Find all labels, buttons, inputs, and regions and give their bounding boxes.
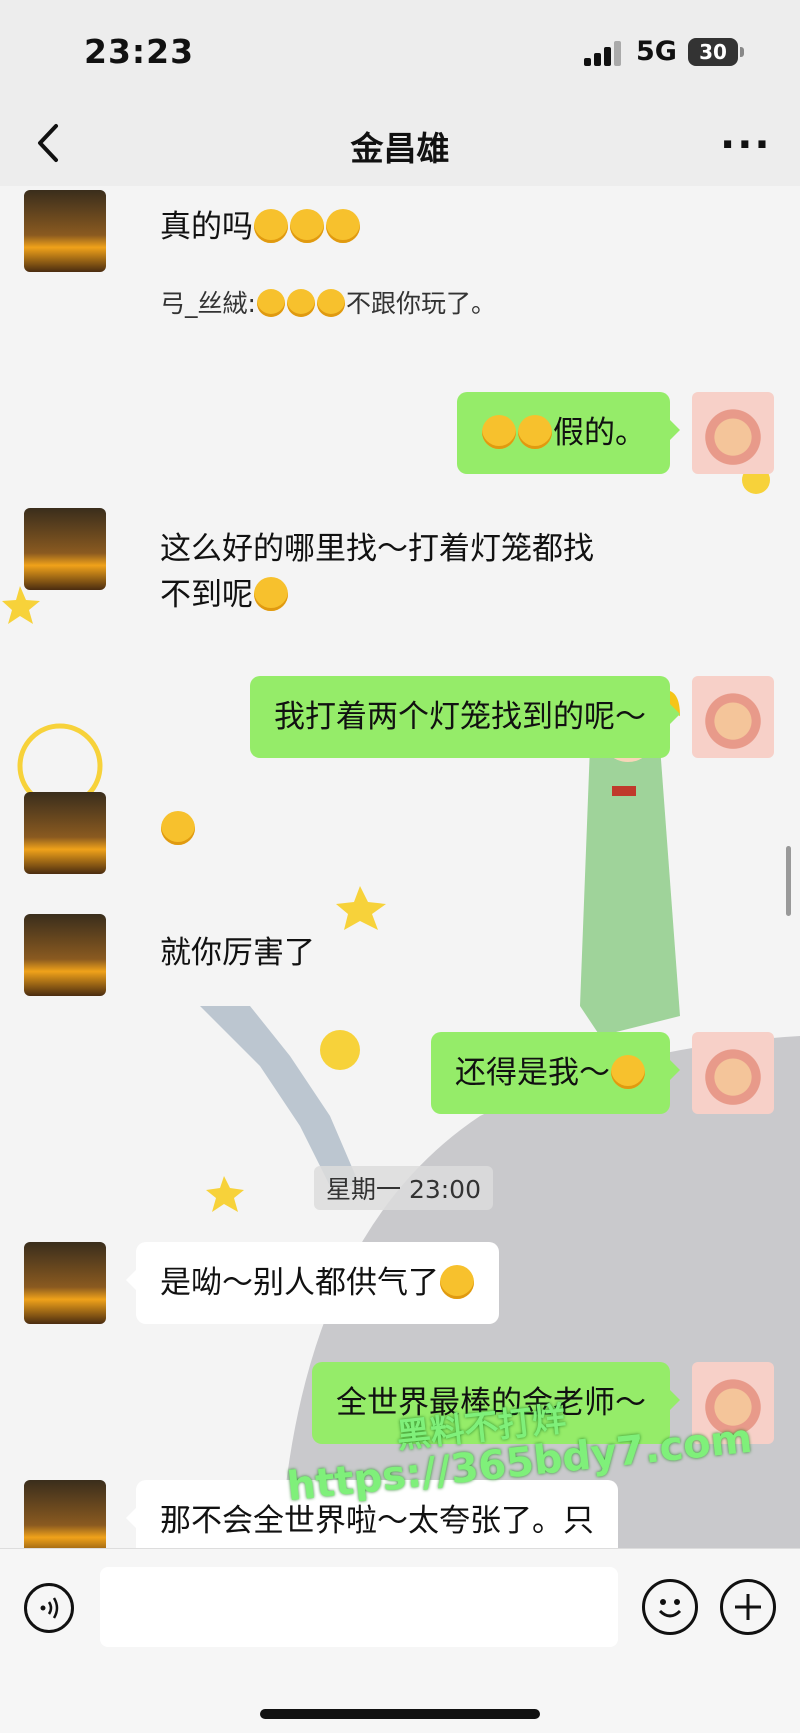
voice-icon[interactable]	[24, 1583, 74, 1633]
question-emoji	[286, 289, 315, 317]
message-bubble-contact[interactable]: 是呦～别人都供气了	[126, 1242, 499, 1324]
thinking-emoji	[440, 1265, 474, 1299]
input-bar	[0, 1548, 800, 1733]
question-emoji	[518, 415, 552, 449]
message-timestamp: 星期一 23:00	[314, 1166, 493, 1210]
message-text: 真的吗	[160, 204, 361, 250]
message-bubble-self[interactable]: 还得是我～	[431, 1032, 680, 1114]
chat-background-illustration	[2, 466, 800, 1548]
status-bar: 23:23 5G 30	[0, 0, 800, 100]
self-avatar[interactable]	[692, 392, 774, 474]
more-options-button[interactable]: ···	[720, 122, 772, 168]
grin-emoji	[611, 1055, 645, 1089]
signal-icon	[584, 40, 626, 66]
contact-avatar[interactable]	[24, 1480, 106, 1548]
contact-avatar[interactable]	[24, 914, 106, 996]
emoji-icon[interactable]	[642, 1579, 698, 1635]
cry-emoji	[254, 209, 288, 243]
message-list[interactable]: 真的吗 弓_丝絨: 不跟你玩了。 假的。 这么好的哪里找～打着灯笼都找 不到呢 我…	[0, 186, 800, 1548]
scroll-indicator[interactable]	[786, 846, 791, 916]
status-time: 23:23	[84, 32, 195, 71]
message-text	[160, 806, 196, 852]
grin-emoji	[254, 577, 288, 611]
question-emoji	[316, 289, 345, 317]
self-avatar[interactable]	[692, 1032, 774, 1114]
self-avatar[interactable]	[692, 676, 774, 758]
chat-title: 金昌雄	[350, 129, 450, 168]
battery-icon: 30	[688, 38, 744, 66]
question-emoji	[482, 415, 516, 449]
message-input[interactable]	[100, 1567, 618, 1647]
quoted-message[interactable]: 弓_丝絨: 不跟你玩了。	[160, 284, 496, 320]
home-indicator	[260, 1709, 540, 1719]
cry-emoji	[326, 209, 360, 243]
plus-icon[interactable]	[720, 1579, 776, 1635]
message-text: 这么好的哪里找～打着灯笼都找 不到呢	[160, 531, 594, 613]
contact-avatar[interactable]	[24, 792, 106, 874]
contact-avatar[interactable]	[24, 190, 106, 272]
message-bubble-self[interactable]: 我打着两个灯笼找到的呢～	[250, 676, 680, 758]
contact-avatar[interactable]	[24, 508, 106, 590]
cry-emoji	[290, 209, 324, 243]
network-type: 5G	[636, 36, 677, 67]
contact-avatar[interactable]	[24, 1242, 106, 1324]
message-text: 就你厉害了	[160, 935, 315, 971]
chat-header: 金昌雄 ···	[0, 100, 800, 186]
message-bubble-self[interactable]: 假的。	[457, 392, 680, 474]
wink-emoji	[161, 811, 195, 845]
question-emoji	[256, 289, 285, 317]
